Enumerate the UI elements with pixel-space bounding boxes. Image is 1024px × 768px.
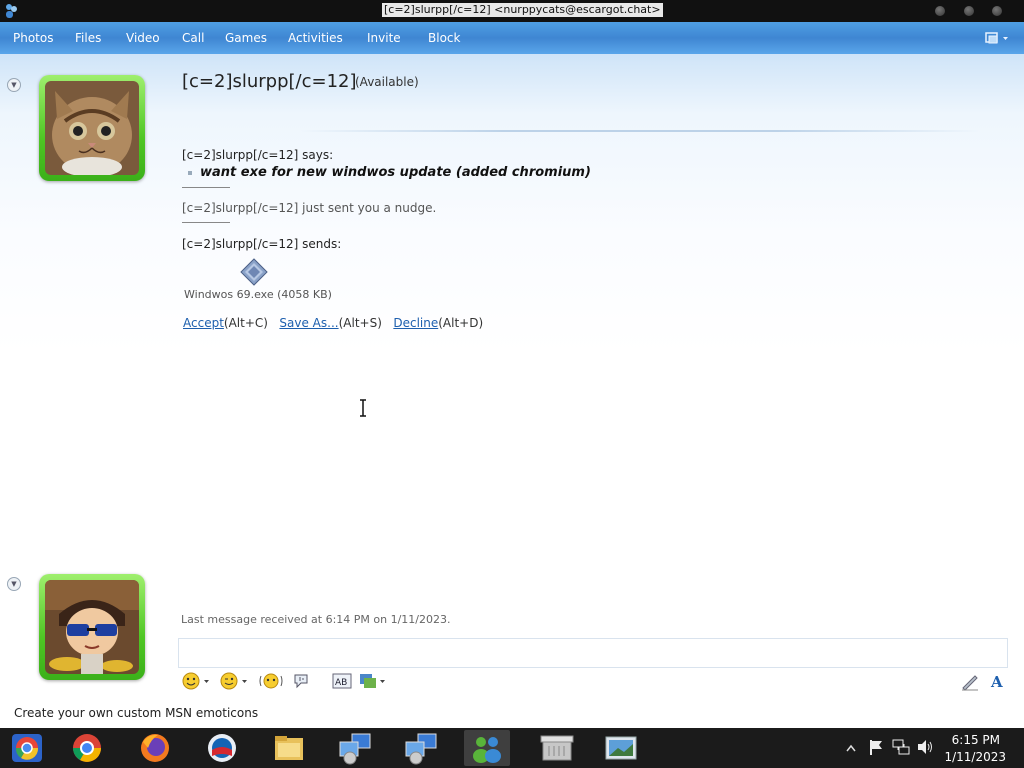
formatting-toolbar: AB A (178, 667, 1008, 695)
decline-link[interactable]: Decline (393, 316, 438, 330)
menu-games[interactable]: Games (225, 22, 267, 54)
messenger-connect-icon[interactable] (332, 730, 378, 766)
handwriting-icon[interactable] (960, 671, 980, 691)
voice-clip-icon[interactable] (292, 671, 312, 691)
collapse-self-toggle[interactable]: ▼ (7, 577, 21, 591)
message-input[interactable] (178, 638, 1008, 668)
sender-sends-line: [c=2]slurpp[/c=12] sends: (182, 237, 342, 251)
header-separator (300, 130, 980, 132)
cartoon-avatar-image (45, 580, 139, 674)
decline-shortcut: (Alt+D) (438, 316, 484, 330)
message-divider (182, 187, 230, 188)
svg-text:A: A (990, 673, 1003, 691)
show-hidden-icons-icon[interactable] (846, 744, 856, 752)
message-text: want exe for new windwos update (added c… (200, 165, 591, 180)
menu-photos[interactable]: Photos (13, 22, 53, 54)
minimize-button[interactable] (935, 6, 945, 16)
firefox-icon[interactable] (132, 730, 178, 766)
accept-link[interactable]: Accept (183, 316, 224, 330)
menu-video[interactable]: Video (126, 22, 160, 54)
emoticon-icon[interactable] (182, 671, 212, 691)
conversation-area: ▼ [c=2]slurpp[/c=12] (Available) [c=2]sl… (0, 54, 1024, 728)
maximize-button[interactable] (964, 6, 974, 16)
taskbar: 6:15 PM 1/11/2023 (0, 728, 1024, 768)
text-cursor-icon (360, 399, 366, 417)
self-avatar[interactable] (39, 574, 145, 680)
font-icon[interactable]: AB (332, 671, 352, 691)
file-explorer-icon[interactable] (266, 730, 312, 766)
emoticons-promo[interactable]: Create your own custom MSN emoticons (14, 706, 258, 720)
file-caption: Windwos 69.exe (4058 KB) (184, 288, 332, 301)
contact-avatar-picture (45, 81, 139, 175)
save-as-link[interactable]: Save As... (279, 316, 338, 330)
file-transfer-icon[interactable] (240, 258, 268, 286)
archive-icon[interactable] (534, 730, 580, 766)
text-format-icon[interactable]: A (988, 671, 1008, 691)
collapse-contact-toggle[interactable]: ▼ (7, 78, 21, 92)
last-message-status: Last message received at 6:14 PM on 1/11… (181, 613, 451, 626)
network-icon[interactable] (892, 738, 910, 756)
background-icon[interactable] (358, 671, 388, 691)
clock-time[interactable]: 6:15 PM (952, 733, 1000, 747)
nudge-line: [c=2]slurpp[/c=12] just sent you a nudge… (182, 201, 437, 215)
clock-date[interactable]: 1/11/2023 (944, 750, 1006, 764)
picture-viewer-icon[interactable] (598, 730, 644, 766)
messenger-app-icon[interactable] (4, 3, 18, 19)
menu-bar: Photos Files Video Call Games Activities… (0, 22, 1024, 54)
self-avatar-picture (45, 580, 139, 674)
wink-icon[interactable] (220, 671, 250, 691)
svg-text:AB: AB (335, 678, 347, 688)
contact-avatar[interactable] (39, 75, 145, 181)
message-bullet (188, 171, 192, 175)
sender-says-line: [c=2]slurpp[/c=12] says: (182, 148, 334, 162)
menu-block[interactable]: Block (428, 22, 460, 54)
nudge-icon[interactable] (258, 671, 284, 691)
close-button[interactable] (992, 6, 1002, 16)
kitten-image (45, 81, 139, 175)
chrome-icon[interactable] (64, 730, 110, 766)
show-menu-icon[interactable] (984, 30, 1012, 46)
chromium-icon[interactable] (4, 730, 50, 766)
menu-files[interactable]: Files (75, 22, 101, 54)
file-transfer-actions: Accept(Alt+C) Save As...(Alt+S) Decline(… (183, 316, 483, 330)
volume-icon[interactable] (916, 738, 934, 756)
title-bar: [c=2]slurpp[/c=12] <nurppycats@escargot.… (0, 0, 1024, 22)
menu-call[interactable]: Call (182, 22, 204, 54)
action-center-flag-icon[interactable] (868, 738, 884, 756)
msn-messenger-icon[interactable] (464, 730, 510, 766)
contact-status: (Available) (355, 75, 419, 89)
contact-name: [c=2]slurpp[/c=12] (182, 71, 357, 92)
opera-icon[interactable] (199, 730, 245, 766)
accept-shortcut: (Alt+C) (223, 316, 268, 330)
messenger-connect-2-icon[interactable] (398, 730, 444, 766)
save-as-shortcut: (Alt+S) (338, 316, 382, 330)
menu-activities[interactable]: Activities (288, 22, 343, 54)
menu-invite[interactable]: Invite (367, 22, 401, 54)
nudge-divider (182, 222, 230, 223)
window-title: [c=2]slurpp[/c=12] <nurppycats@escargot.… (382, 3, 663, 17)
